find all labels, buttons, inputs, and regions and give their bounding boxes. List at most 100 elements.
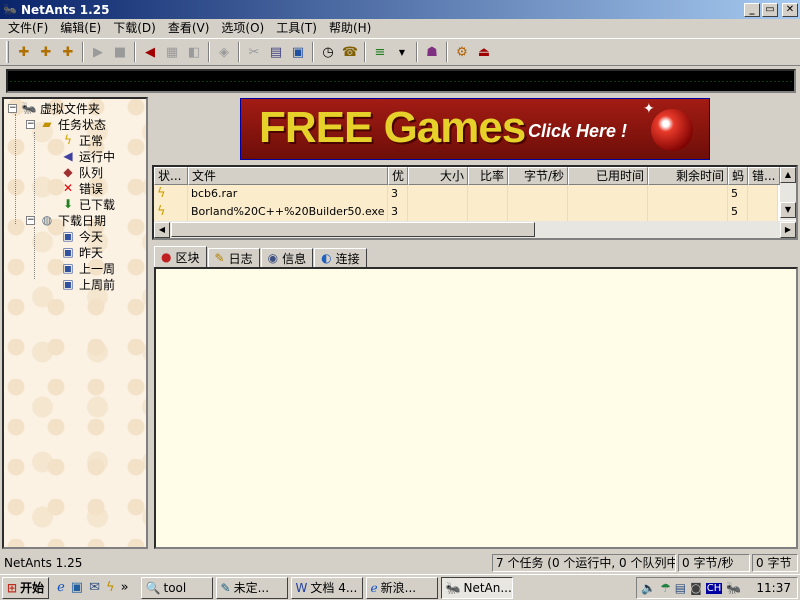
task-list-horizontal-scrollbar[interactable]: ◀ ▶ xyxy=(154,221,796,238)
col-ratio[interactable]: 比率 xyxy=(468,167,508,185)
table-row[interactable]: ϟ bcb6.rar 3 5 xyxy=(154,185,778,203)
menu-file[interactable]: 文件(F) xyxy=(2,19,54,37)
scroll-down-icon[interactable]: ▼ xyxy=(780,202,796,218)
stop-icon[interactable]: ■ xyxy=(109,41,131,63)
move-task-icon[interactable]: ◀ xyxy=(139,41,161,63)
banner-cta[interactable]: Click Here ! xyxy=(528,121,627,142)
taskbar-task-untitled[interactable]: ✎ 未定... xyxy=(215,576,288,599)
task-list[interactable]: 状... 文件 优 大小 比率 字节/秒 已用时间 剩余时间 蚂 错... ϟ … xyxy=(152,165,798,240)
folder-tree[interactable]: − 🐜 虚拟文件夹 − ▰ 任务状态 ϟ 正常 ◀ 运行中 ◆ 队列 ✕ 错误 … xyxy=(2,97,148,549)
menu-edit[interactable]: 编辑(E) xyxy=(54,19,107,37)
cut-icon[interactable]: ✂ xyxy=(243,41,265,63)
exit-icon[interactable]: ⏏ xyxy=(473,41,495,63)
menu-tools[interactable]: 工具(T) xyxy=(270,19,323,37)
ad-banner[interactable]: FREE Games Click Here ! ✦ xyxy=(240,98,710,160)
tree-task-status[interactable]: − ▰ 任务状态 xyxy=(26,116,106,132)
scroll-track[interactable] xyxy=(780,183,796,202)
menu-help[interactable]: 帮助(H) xyxy=(323,19,377,37)
detail-tabs: ● 区块 ✎ 日志 ◉ 信息 ◐ 连接 xyxy=(154,246,368,268)
collapse-toggle[interactable]: − xyxy=(26,215,35,225)
taskbar-task-tool[interactable]: 🔍 tool xyxy=(140,576,213,599)
tree-item-error[interactable]: ✕ 错误 xyxy=(60,180,103,196)
speed-limit-icon[interactable]: ≡ xyxy=(369,41,391,63)
scroll-left-icon[interactable]: ◀ xyxy=(154,221,170,238)
col-errors[interactable]: 错... xyxy=(748,167,780,185)
outlook-icon[interactable]: ✉ xyxy=(89,580,100,595)
start-icon[interactable]: ▶ xyxy=(87,41,109,63)
tree-item-before-last-week[interactable]: ▣ 上周前 xyxy=(60,276,115,292)
tab-blocks-label: 区块 xyxy=(175,250,200,265)
clock[interactable]: 11:37 xyxy=(756,581,791,595)
minimize-button[interactable]: _ xyxy=(744,2,760,17)
col-remaining[interactable]: 剩余时间 xyxy=(648,167,728,185)
tab-blocks[interactable]: ● 区块 xyxy=(154,246,207,268)
delete-task-icon[interactable]: ▦ xyxy=(161,41,183,63)
toolbar-grip[interactable] xyxy=(6,41,9,63)
settings-gear-icon[interactable]: ⚙ xyxy=(451,41,473,63)
file-info-icon[interactable]: ▣ xyxy=(287,41,309,63)
tree-item-last-week[interactable]: ▣ 上一周 xyxy=(60,260,115,276)
col-ants[interactable]: 蚂 xyxy=(728,167,748,185)
tab-connections[interactable]: ◐ 连接 xyxy=(314,248,367,268)
collapse-toggle[interactable]: − xyxy=(8,103,17,113)
ie-icon: ℯ xyxy=(370,580,378,595)
netants-quick-icon[interactable]: ϟ xyxy=(106,580,115,595)
col-file[interactable]: 文件 xyxy=(188,167,388,185)
scroll-up-icon[interactable]: ▲ xyxy=(780,167,796,183)
collapse-toggle[interactable]: − xyxy=(26,119,35,129)
input-method-indicator[interactable]: CH xyxy=(705,582,723,594)
menu-view[interactable]: 查看(V) xyxy=(162,19,216,37)
tree-download-date[interactable]: − ◍ 下载日期 xyxy=(26,212,106,228)
tree-item-yesterday[interactable]: ▣ 昨天 xyxy=(60,244,103,260)
menu-options[interactable]: 选项(O) xyxy=(215,19,270,37)
tree-root[interactable]: − 🐜 虚拟文件夹 xyxy=(8,100,100,116)
tree-item-queue[interactable]: ◆ 队列 xyxy=(60,164,103,180)
tray-app-icon[interactable]: ◙ xyxy=(690,581,702,595)
blocks-panel[interactable] xyxy=(154,267,798,549)
options-icon[interactable]: ▤ xyxy=(265,41,287,63)
umbrella-icon[interactable]: ☂ xyxy=(660,581,671,595)
dial-icon[interactable]: ☎ xyxy=(339,41,361,63)
col-size[interactable]: 大小 xyxy=(408,167,468,185)
col-elapsed[interactable]: 已用时间 xyxy=(568,167,648,185)
add-batch-icon[interactable]: ✚ xyxy=(35,41,57,63)
tray-ant-icon[interactable]: 🐜 xyxy=(726,581,741,595)
col-status[interactable]: 状... xyxy=(154,167,188,185)
dropdown-arrow-icon[interactable]: ▼ xyxy=(391,41,413,63)
tab-info[interactable]: ◉ 信息 xyxy=(260,248,314,268)
tree-item-normal[interactable]: ϟ 正常 xyxy=(60,132,103,148)
scroll-thumb[interactable] xyxy=(171,222,535,237)
desktop-icon[interactable]: ▣ xyxy=(71,580,83,595)
scroll-right-icon[interactable]: ▶ xyxy=(780,221,796,238)
restore-button[interactable]: ▭ xyxy=(762,2,778,17)
col-bytes-per-sec[interactable]: 字节/秒 xyxy=(508,167,568,185)
tree-item-today[interactable]: ▣ 今天 xyxy=(60,228,103,244)
ie-icon[interactable]: ℯ xyxy=(57,580,65,595)
network-icon[interactable]: ▤ xyxy=(675,581,686,595)
tab-log[interactable]: ✎ 日志 xyxy=(207,248,260,268)
taskbar-task-sina[interactable]: ℯ 新浪... xyxy=(365,576,438,599)
properties-icon[interactable]: ◈ xyxy=(213,41,235,63)
title-bar[interactable]: 🐜 NetAnts 1.25 _ ▭ ✕ xyxy=(0,0,800,19)
volume-icon[interactable]: 🔈 xyxy=(641,581,656,595)
folder-icon[interactable]: ◧ xyxy=(183,41,205,63)
table-row[interactable]: ϟ Borland%20C++%20Builder50.exe 3 5 xyxy=(154,203,778,221)
col-priority[interactable]: 优 xyxy=(388,167,408,185)
task-list-vertical-scrollbar[interactable]: ▲ ▼ xyxy=(780,167,796,220)
more-chevron-icon[interactable]: » xyxy=(121,580,129,595)
tree-item-running[interactable]: ◀ 运行中 xyxy=(60,148,115,164)
menu-download[interactable]: 下载(D) xyxy=(107,19,162,37)
row-priority: 3 xyxy=(388,203,408,221)
taskbar-task-netants[interactable]: 🐜 NetAn... xyxy=(440,576,513,599)
start-button[interactable]: ⊞ 开始 xyxy=(2,576,50,599)
schedule-clock-icon[interactable]: ◷ xyxy=(317,41,339,63)
drop-zone-icon[interactable]: ☗ xyxy=(421,41,443,63)
queue-icon: ◆ xyxy=(63,165,73,179)
taskbar-task-document[interactable]: W 文档 4... xyxy=(290,576,363,599)
close-button[interactable]: ✕ xyxy=(782,2,798,17)
netants-app-icon[interactable]: 🐜 xyxy=(2,2,18,18)
search-icon: 🔍 xyxy=(145,580,161,595)
tree-item-downloaded[interactable]: ⬇ 已下载 xyxy=(60,196,115,212)
add-from-clipboard-icon[interactable]: ✚ xyxy=(57,41,79,63)
new-task-icon[interactable]: ✚ xyxy=(13,41,35,63)
